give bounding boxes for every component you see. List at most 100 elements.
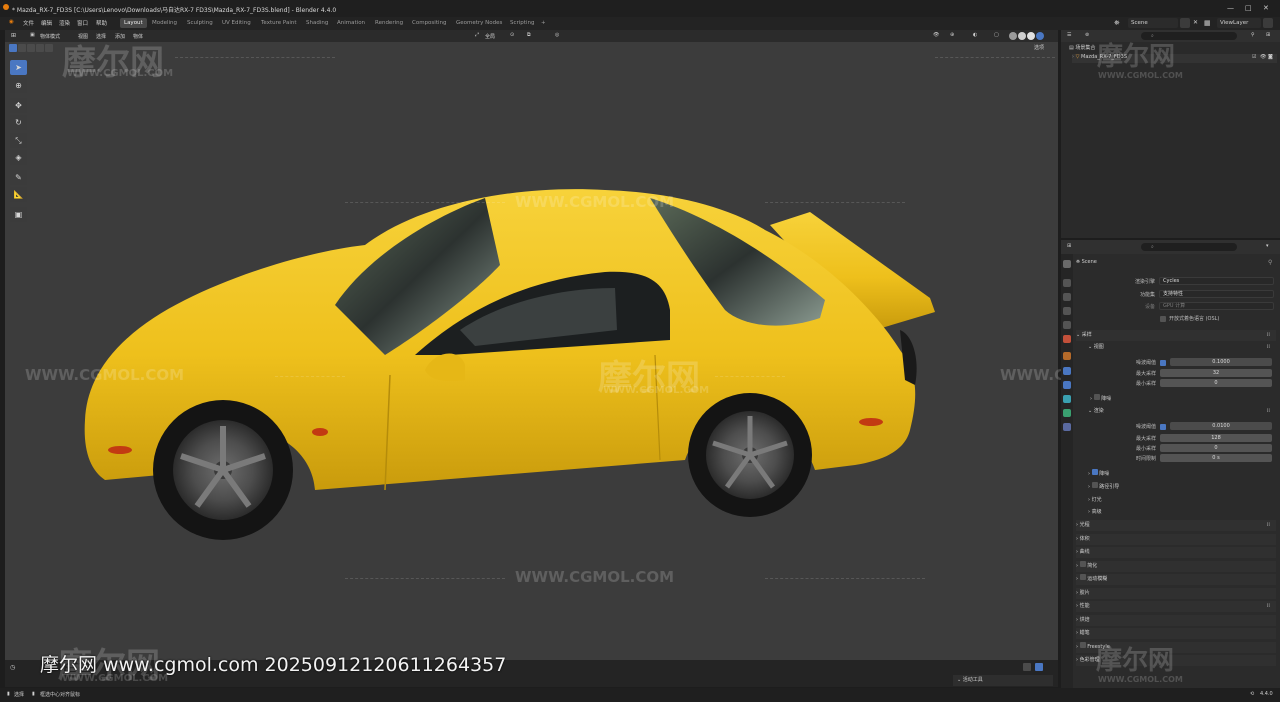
volumes-section[interactable]: › 体积	[1076, 534, 1276, 545]
select-invert-icon[interactable]	[36, 44, 44, 52]
select-box-tool-icon[interactable]: ➤	[10, 60, 27, 75]
osl-checkbox[interactable]	[1160, 316, 1166, 322]
xray-icon[interactable]: ▢	[994, 32, 999, 38]
scale-tool-icon[interactable]: ⤡	[10, 133, 27, 148]
tab-layout[interactable]: Layout	[120, 18, 147, 28]
viewport-max-samples-field[interactable]: 32	[1160, 369, 1272, 377]
simplify-section[interactable]: › 简化	[1076, 561, 1276, 572]
tab-uv-editing[interactable]: UV Editing	[218, 18, 255, 28]
outliner-editor-icon[interactable]: ☰	[1067, 32, 1071, 38]
lights-subsection[interactable]: › 灯光	[1088, 495, 1276, 506]
render-max-samples-field[interactable]: 128	[1160, 434, 1272, 442]
drag-handle-icon[interactable]: ⁞⁞	[1267, 342, 1270, 353]
properties-search-input[interactable]: ⌕	[1141, 243, 1237, 251]
menu-file[interactable]: 文件	[23, 19, 34, 27]
bake-section[interactable]: › 烘焙	[1076, 615, 1276, 626]
outliner-filter-icon[interactable]: ⊚	[1085, 32, 1089, 38]
render-denoise-checkbox[interactable]	[1091, 469, 1098, 475]
physics-tab-icon[interactable]	[1063, 395, 1071, 403]
pivot-icon[interactable]: ⊙	[510, 32, 514, 38]
viewport-denoise-subsection[interactable]: › 降噪	[1090, 394, 1276, 405]
menu-view[interactable]: 视图	[78, 33, 88, 40]
render-engine-dropdown[interactable]: Cycles	[1159, 277, 1274, 285]
menu-render[interactable]: 渲染	[59, 19, 70, 27]
visibility-icon[interactable]: 👁	[933, 32, 939, 38]
editor-type-icon[interactable]: ⊞	[11, 32, 16, 39]
motion-blur-section[interactable]: › 运动模糊	[1076, 574, 1276, 585]
performance-section[interactable]: › 性能 ⁞⁞	[1076, 601, 1276, 612]
render-noise-threshold-field[interactable]: 0.0100	[1170, 422, 1272, 430]
drag-handle-icon[interactable]: ⁞⁞	[1267, 601, 1270, 612]
tab-modeling[interactable]: Modeling	[148, 18, 181, 28]
object-tab-icon[interactable]	[1063, 352, 1071, 360]
drag-handle-icon[interactable]: ⁞⁞	[1267, 520, 1270, 531]
view-layer-selector[interactable]: ViewLayer	[1217, 18, 1261, 28]
auto-keying-icon[interactable]	[1035, 663, 1043, 671]
add-cube-tool-icon[interactable]: ▣	[10, 207, 27, 222]
add-workspace-button[interactable]: +	[537, 18, 550, 28]
tab-shading[interactable]: Shading	[302, 18, 332, 28]
overlay-icon[interactable]: ◐	[973, 32, 977, 38]
render-tab-icon[interactable]	[1063, 279, 1071, 287]
annotate-tool-icon[interactable]: ✎	[10, 170, 27, 185]
constraints-tab-icon[interactable]	[1063, 409, 1071, 417]
motion-blur-checkbox[interactable]	[1079, 574, 1086, 580]
simplify-checkbox[interactable]	[1079, 561, 1086, 567]
film-section[interactable]: › 胶片	[1076, 588, 1276, 599]
mode-selector[interactable]: 物体模式	[40, 33, 60, 40]
tab-scripting[interactable]: Scripting	[506, 18, 538, 28]
tab-rendering[interactable]: Rendering	[371, 18, 407, 28]
world-tab-icon[interactable]	[1063, 335, 1071, 343]
sampling-section[interactable]: ⌄ 采样 ⁞⁞	[1076, 330, 1276, 341]
eye-icon[interactable]: 👁	[1260, 54, 1266, 60]
properties-editor-icon[interactable]: ⊞	[1067, 243, 1071, 249]
menu-window[interactable]: 窗口	[77, 19, 88, 27]
menu-edit[interactable]: 编辑	[41, 19, 52, 27]
move-tool-icon[interactable]: ✥	[10, 98, 27, 113]
active-tool-panel[interactable]: ⌄ 活动工具	[953, 675, 1053, 686]
drag-handle-icon[interactable]: ⁞⁞	[1267, 330, 1270, 341]
path-guiding-checkbox[interactable]	[1091, 482, 1098, 488]
car-model[interactable]	[5, 30, 1058, 660]
output-tab-icon[interactable]	[1063, 293, 1071, 301]
select-extend-icon[interactable]	[18, 44, 26, 52]
maximize-button[interactable]: □	[1245, 4, 1252, 12]
menu-select[interactable]: 选择	[96, 33, 106, 40]
menu-object[interactable]: 物体	[133, 33, 143, 40]
tab-animation[interactable]: Animation	[333, 18, 369, 28]
tool-tab-icon[interactable]	[1063, 260, 1071, 268]
new-view-layer-icon[interactable]	[1263, 18, 1273, 28]
scene-selector[interactable]: Scene	[1128, 18, 1178, 28]
close-button[interactable]: ✕	[1263, 4, 1269, 12]
menu-add[interactable]: 添加	[115, 33, 125, 40]
light-paths-section[interactable]: › 光程 ⁞⁞	[1076, 520, 1276, 531]
measure-tool-icon[interactable]: 📐	[10, 187, 27, 202]
view-options-icon[interactable]	[1023, 663, 1031, 671]
cursor-tool-icon[interactable]: ⊕	[10, 78, 27, 93]
grease-pencil-section[interactable]: › 蜡笔	[1076, 628, 1276, 639]
device-dropdown[interactable]: GPU 计算	[1159, 302, 1274, 310]
new-collection-icon[interactable]: ⊞	[1266, 32, 1270, 38]
expand-arrow-icon[interactable]: ›	[1072, 54, 1074, 60]
path-guiding-subsection[interactable]: › 路径引导	[1088, 482, 1276, 493]
properties-options-icon[interactable]: ▾	[1266, 243, 1269, 249]
select-intersect-icon[interactable]	[45, 44, 53, 52]
proportional-edit-icon[interactable]: ◎	[555, 32, 559, 38]
rendered-shading-icon[interactable]	[1036, 32, 1044, 40]
render-min-samples-field[interactable]: 0	[1160, 444, 1272, 452]
checkbox-icon[interactable]: ☑	[1252, 54, 1256, 60]
modifier-tab-icon[interactable]	[1063, 367, 1071, 375]
select-new-icon[interactable]	[9, 44, 17, 52]
render-noise-threshold-checkbox[interactable]	[1160, 424, 1166, 430]
transform-tool-icon[interactable]: ◈	[10, 150, 27, 165]
snap-icon[interactable]: ⧉	[527, 32, 531, 38]
viewport-noise-threshold-field[interactable]: 0.1000	[1170, 358, 1272, 366]
freestyle-checkbox[interactable]	[1079, 642, 1086, 648]
curves-section[interactable]: › 曲线	[1076, 547, 1276, 558]
render-time-limit-field[interactable]: 0 s	[1160, 454, 1272, 462]
particles-tab-icon[interactable]	[1063, 381, 1071, 389]
transform-orientation-selector[interactable]: 全局	[485, 33, 495, 40]
tab-geometry-nodes[interactable]: Geometry Nodes	[452, 18, 506, 28]
render-denoise-subsection[interactable]: › 降噪	[1088, 469, 1276, 480]
tab-texture-paint[interactable]: Texture Paint	[257, 18, 301, 28]
